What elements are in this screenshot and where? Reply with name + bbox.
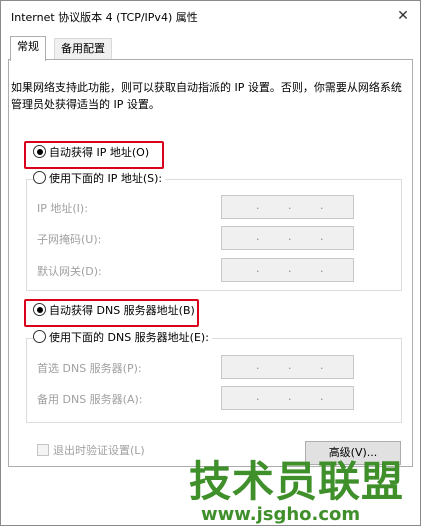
subnet-mask-label: 子网掩码(U):	[37, 233, 102, 246]
ip-address-input[interactable]: ...	[221, 195, 354, 219]
subnet-mask-input[interactable]: ...	[221, 226, 354, 250]
radio-checked-icon	[33, 145, 46, 158]
watermark-text: 技术员联盟	[189, 457, 405, 506]
radio-auto-dns[interactable]: 自动获得 DNS 服务器地址(B)	[33, 302, 195, 320]
preferred-dns-label: 首选 DNS 服务器(P):	[37, 362, 142, 375]
checkbox-icon	[37, 444, 49, 456]
tab-alternate-config[interactable]: 备用配置	[54, 38, 112, 60]
ip-address-label: IP 地址(I):	[37, 202, 88, 215]
radio-manual-dns-label: 使用下面的 DNS 服务器地址(E):	[49, 331, 209, 344]
title-bar[interactable]: Internet 协议版本 4 (TCP/IPv4) 属性 ✕	[1, 1, 420, 31]
radio-auto-ip-label: 自动获得 IP 地址(O)	[49, 146, 150, 159]
close-icon[interactable]: ✕	[390, 4, 416, 28]
window-title: Internet 协议版本 4 (TCP/IPv4) 属性	[11, 11, 198, 24]
radio-auto-dns-label: 自动获得 DNS 服务器地址(B)	[49, 304, 195, 317]
tab-general[interactable]: 常规	[10, 36, 46, 61]
dns-group-box	[26, 338, 402, 423]
radio-checked-icon	[33, 303, 46, 316]
validate-on-exit-label: 退出时验证设置(L)	[53, 444, 145, 457]
radio-manual-ip-label: 使用下面的 IP 地址(S):	[49, 172, 163, 185]
radio-unchecked-icon	[33, 171, 46, 184]
alternate-dns-label: 备用 DNS 服务器(A):	[37, 393, 143, 406]
radio-manual-dns[interactable]: 使用下面的 DNS 服务器地址(E):	[33, 329, 212, 347]
radio-manual-ip[interactable]: 使用下面的 IP 地址(S):	[33, 170, 166, 188]
validate-on-exit-checkbox[interactable]: 退出时验证设置(L)	[37, 442, 145, 458]
preferred-dns-input[interactable]: ...	[221, 355, 354, 379]
default-gateway-input[interactable]: ...	[221, 258, 354, 282]
default-gateway-label: 默认网关(D):	[37, 265, 102, 278]
watermark-url: www.jsgho.com	[201, 504, 361, 525]
properties-dialog: Internet 协议版本 4 (TCP/IPv4) 属性 ✕ 常规 备用配置 …	[0, 0, 421, 526]
description-text: 如果网络支持此功能，则可以获取自动指派的 IP 设置。否则，你需要从网络系统管理…	[11, 81, 402, 111]
radio-unchecked-icon	[33, 330, 46, 343]
radio-auto-ip[interactable]: 自动获得 IP 地址(O)	[33, 144, 149, 162]
alternate-dns-input[interactable]: ...	[221, 386, 354, 410]
